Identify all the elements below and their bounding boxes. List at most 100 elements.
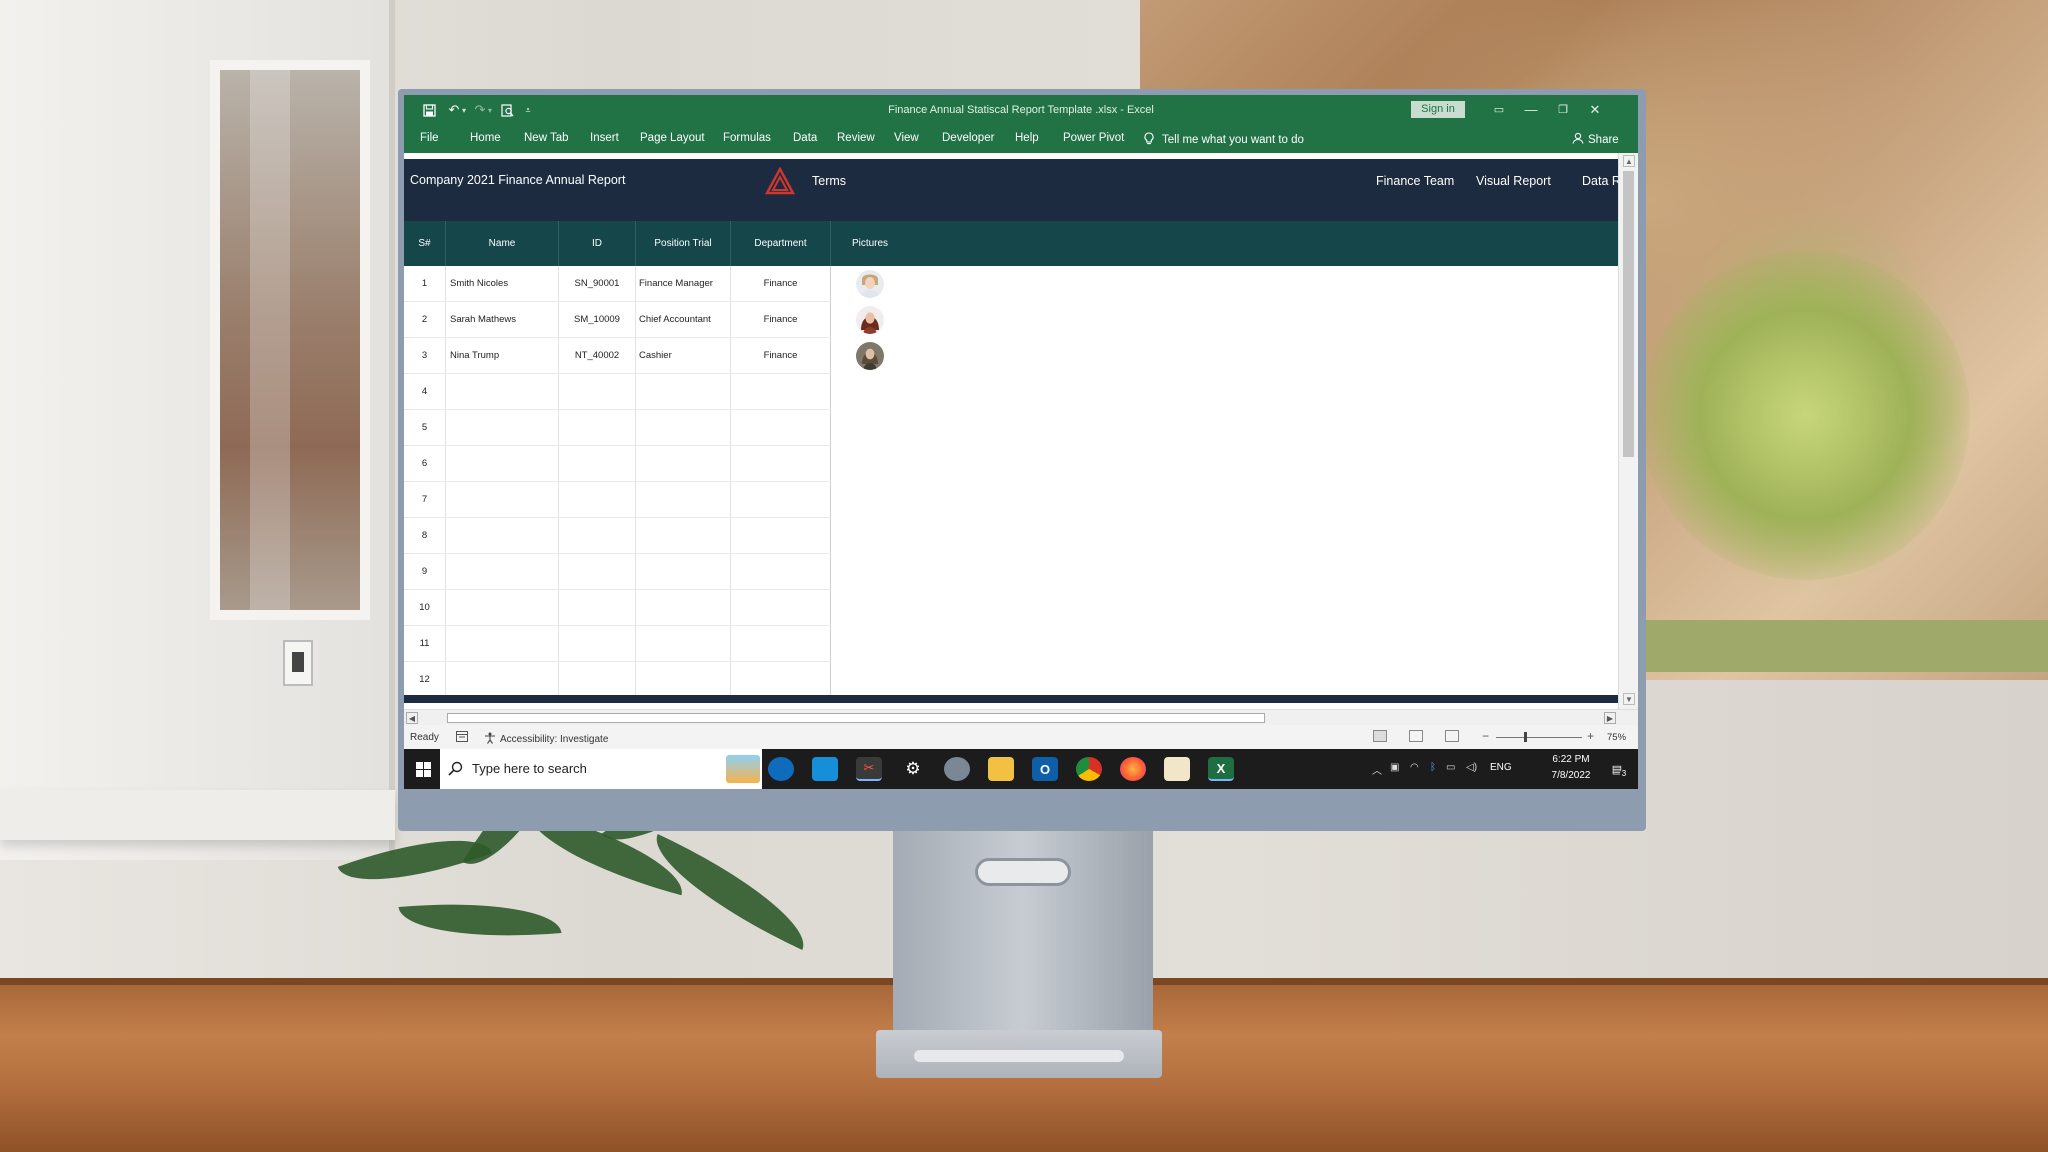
cell-department[interactable]: Finance xyxy=(731,338,831,374)
cell-sn[interactable]: 4 xyxy=(404,374,446,410)
restore-button[interactable]: ❐ xyxy=(1553,100,1573,120)
cell-id[interactable] xyxy=(559,590,636,626)
cell-position[interactable]: Cashier xyxy=(636,338,731,374)
table-row[interactable]: 6 xyxy=(404,446,831,482)
meet-now-icon[interactable]: ▣ xyxy=(1390,762,1399,773)
scroll-up-icon[interactable]: ▲ xyxy=(1623,155,1635,167)
nav-finance-team[interactable]: Finance Team xyxy=(1376,174,1454,188)
notification-center-icon[interactable]: ▤ 3 xyxy=(1604,757,1630,781)
horizontal-scrollbar[interactable]: ◀ ▶ xyxy=(404,709,1638,725)
cell-sn[interactable]: 12 xyxy=(404,662,446,698)
cell-department[interactable] xyxy=(731,590,831,626)
macro-record-icon[interactable] xyxy=(456,731,468,745)
minimize-button[interactable]: — xyxy=(1521,100,1541,120)
cell-position[interactable] xyxy=(636,482,731,518)
zoom-slider[interactable] xyxy=(1496,737,1582,738)
table-row[interactable]: 11 xyxy=(404,626,831,662)
cell-department[interactable] xyxy=(731,482,831,518)
store-icon[interactable] xyxy=(812,757,838,781)
page-break-view-icon[interactable] xyxy=(1445,730,1459,742)
table-row[interactable]: 9 xyxy=(404,554,831,590)
tab-insert[interactable]: Insert xyxy=(590,132,619,144)
tab-help[interactable]: Help xyxy=(1015,132,1039,144)
cell-name[interactable]: Sarah Mathews xyxy=(446,302,559,338)
table-row[interactable]: 3 Nina Trump NT_40002 Cashier Finance xyxy=(404,338,831,374)
cell-name[interactable]: Nina Trump xyxy=(446,338,559,374)
tab-developer[interactable]: Developer xyxy=(942,132,994,144)
nav-data-report[interactable]: Data R xyxy=(1582,174,1618,188)
avatar[interactable] xyxy=(856,270,884,298)
search-highlight-icon[interactable] xyxy=(726,755,760,783)
scroll-down-icon[interactable]: ▼ xyxy=(1623,693,1635,705)
cell-sn[interactable]: 10 xyxy=(404,590,446,626)
excel-icon[interactable]: X xyxy=(1208,757,1234,781)
cell-position[interactable]: Finance Manager xyxy=(636,266,731,302)
edge-icon[interactable] xyxy=(768,757,794,781)
outlook-icon[interactable]: O xyxy=(1032,757,1058,781)
cell-department[interactable] xyxy=(731,662,831,698)
cell-position[interactable]: Chief Accountant xyxy=(636,302,731,338)
tab-home[interactable]: Home xyxy=(470,132,501,144)
cell-sn[interactable]: 7 xyxy=(404,482,446,518)
cell-department[interactable] xyxy=(731,446,831,482)
cell-id[interactable] xyxy=(559,410,636,446)
cell-id[interactable] xyxy=(559,554,636,590)
snip-tool-icon[interactable]: ✂ xyxy=(856,757,882,781)
table-row[interactable]: 2 Sarah Mathews SM_10009 Chief Accountan… xyxy=(404,302,831,338)
tab-formulas[interactable]: Formulas xyxy=(723,132,771,144)
cell-sn[interactable]: 3 xyxy=(404,338,446,374)
cell-name[interactable] xyxy=(446,518,559,554)
zoom-in-button[interactable]: + xyxy=(1587,729,1594,743)
cell-name[interactable] xyxy=(446,446,559,482)
nav-visual-report[interactable]: Visual Report xyxy=(1476,174,1551,188)
cell-sn[interactable]: 5 xyxy=(404,410,446,446)
close-button[interactable]: ✕ xyxy=(1585,100,1605,120)
cell-position[interactable] xyxy=(636,446,731,482)
bluetooth-icon[interactable]: ᛒ xyxy=(1430,762,1436,773)
cell-id[interactable]: SM_10009 xyxy=(559,302,636,338)
cell-name[interactable] xyxy=(446,554,559,590)
tab-page-layout[interactable]: Page Layout xyxy=(640,132,705,144)
table-row[interactable]: 7 xyxy=(404,482,831,518)
cell-department[interactable] xyxy=(731,626,831,662)
settings-gear-icon[interactable]: ⚙ xyxy=(900,757,926,781)
cell-department[interactable] xyxy=(731,554,831,590)
cell-id[interactable] xyxy=(559,482,636,518)
cell-position[interactable] xyxy=(636,518,731,554)
cell-name[interactable] xyxy=(446,662,559,698)
vertical-scroll-thumb[interactable] xyxy=(1623,171,1634,457)
normal-view-icon[interactable] xyxy=(1373,730,1387,742)
cell-id[interactable] xyxy=(559,626,636,662)
cell-position[interactable] xyxy=(636,662,731,698)
cell-sn[interactable]: 9 xyxy=(404,554,446,590)
cell-sn[interactable]: 8 xyxy=(404,518,446,554)
app-icon[interactable] xyxy=(944,757,970,781)
cell-name[interactable] xyxy=(446,590,559,626)
cell-name[interactable] xyxy=(446,410,559,446)
tab-data[interactable]: Data xyxy=(793,132,817,144)
cell-department[interactable]: Finance xyxy=(731,266,831,302)
cell-position[interactable] xyxy=(636,626,731,662)
show-hidden-icons-icon[interactable]: ︿ xyxy=(1372,762,1382,777)
cell-department[interactable]: Finance xyxy=(731,302,831,338)
cell-id[interactable] xyxy=(559,446,636,482)
cell-name[interactable] xyxy=(446,626,559,662)
avatar[interactable] xyxy=(856,306,884,334)
tab-power-pivot[interactable]: Power Pivot xyxy=(1063,132,1124,144)
cell-department[interactable] xyxy=(731,518,831,554)
scroll-right-icon[interactable]: ▶ xyxy=(1604,712,1616,724)
cell-id[interactable] xyxy=(559,518,636,554)
zoom-out-button[interactable]: − xyxy=(1482,729,1489,743)
table-row[interactable]: 12 xyxy=(404,662,831,698)
ribbon-display-options-icon[interactable]: ▭ xyxy=(1489,100,1509,120)
cell-name[interactable]: Smith Nicoles xyxy=(446,266,559,302)
worksheet[interactable]: Company 2021 Finance Annual Report Terms… xyxy=(404,153,1618,703)
cell-department[interactable] xyxy=(731,374,831,410)
tell-me-box[interactable]: Tell me what you want to do xyxy=(1144,132,1304,148)
cell-name[interactable] xyxy=(446,482,559,518)
zoom-level[interactable]: 75% xyxy=(1607,732,1626,743)
cell-sn[interactable]: 1 xyxy=(404,266,446,302)
tab-view[interactable]: View xyxy=(894,132,919,144)
language-indicator[interactable]: ENG xyxy=(1490,762,1512,773)
cell-sn[interactable]: 11 xyxy=(404,626,446,662)
